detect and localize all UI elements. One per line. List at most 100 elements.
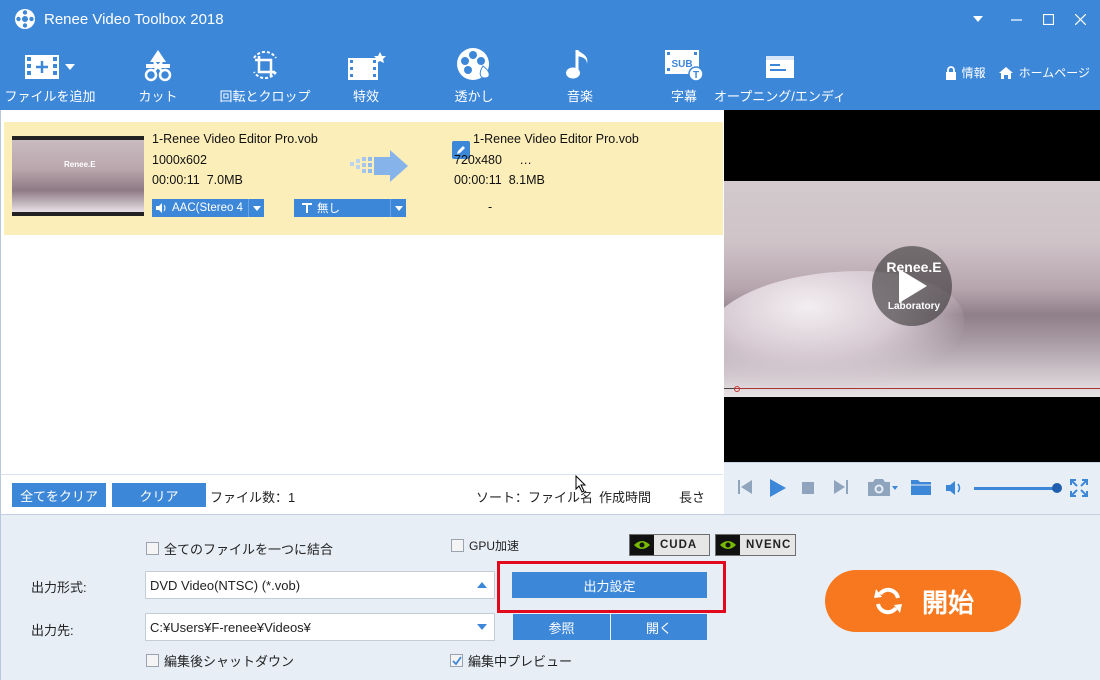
preview-play-button[interactable]: [872, 246, 952, 326]
stop-button[interactable]: [802, 482, 814, 494]
volume-button[interactable]: [946, 480, 964, 496]
convert-arrow-icon: [350, 150, 408, 182]
file-list-footer: 全てをクリア クリア ファイル数：1 ソート：ファイル名 作成時間 長さ: [0, 474, 723, 514]
source-resolution: 1000x602: [152, 153, 207, 167]
watermark-icon: [457, 48, 490, 80]
close-button[interactable]: [1064, 0, 1096, 38]
app-title: Renee Video Toolbox 2018: [44, 10, 224, 28]
camera-icon: [868, 479, 898, 496]
svg-text:SUB: SUB: [671, 59, 692, 70]
dest-label: 出力先:: [31, 623, 74, 638]
app-logo-icon: [15, 9, 35, 29]
fullscreen-button[interactable]: [1070, 479, 1088, 497]
thumbnail-watermark: Renee.E: [64, 160, 96, 169]
chevron-down-icon: [973, 15, 983, 22]
merge-all-box[interactable]: [146, 542, 159, 555]
gpu-accel-checkbox[interactable]: GPU加速: [451, 537, 519, 554]
subtitle-dropdown[interactable]: 無し: [294, 199, 406, 217]
output-res-line: 720x480 …: [454, 153, 532, 167]
dest-select[interactable]: C:¥Users¥F-renee¥Videos¥: [145, 613, 495, 641]
nvenc-badge: NVENC: [715, 534, 796, 556]
clear-button[interactable]: クリア: [112, 483, 206, 507]
progress-handle[interactable]: [734, 386, 740, 392]
play-button[interactable]: [770, 479, 786, 497]
file-count: ファイル数：1: [210, 487, 295, 506]
chevron-down-icon: [394, 205, 403, 211]
output-more[interactable]: …: [519, 153, 532, 167]
volume-slider-track[interactable]: [974, 487, 1056, 490]
audio-track-dropdown[interactable]: AAC(Stereo 4: [152, 199, 264, 217]
title-bar: Renee Video Toolbox 2018: [0, 0, 1100, 38]
subtitle-value: 無し: [317, 203, 340, 215]
sort-by-length[interactable]: 長さ: [679, 487, 705, 506]
dest-value: C:¥Users¥F-renee¥Videos¥: [150, 619, 311, 635]
add-file-button[interactable]: ファイルを追加: [5, 38, 96, 110]
music-button[interactable]: 音楽: [552, 38, 608, 110]
format-select[interactable]: DVD Video(NTSC) (*.vob): [145, 571, 495, 599]
file-row[interactable]: Renee.E 1-Renee Video Editor Pro.vob 100…: [4, 122, 723, 235]
minimize-icon: [1010, 18, 1022, 21]
folder-icon: [911, 480, 931, 495]
output-size: 8.1MB: [508, 173, 545, 187]
play-icon: [770, 479, 786, 497]
file-list-panel: Renee.E 1-Renee Video Editor Pro.vob 100…: [0, 110, 723, 474]
video-preview[interactable]: Renee.E Laboratory: [724, 110, 1100, 462]
preview-during-checkbox[interactable]: 編集中プレビュー: [450, 651, 572, 670]
progress-track-remaining: [736, 388, 1100, 389]
thumbnail-image: [12, 140, 144, 212]
maximize-button[interactable]: [1032, 0, 1064, 38]
gpu-accel-box[interactable]: [451, 539, 464, 552]
browse-button[interactable]: 参照: [513, 614, 610, 640]
subtitle-button[interactable]: SUB T 字幕: [656, 38, 712, 110]
snapshot-button[interactable]: [867, 477, 899, 497]
shutdown-label: 編集後シャットダウン: [164, 654, 295, 669]
source-meta: 00:00:11 7.0MB: [152, 173, 243, 187]
volume-slider-knob[interactable]: [1052, 483, 1062, 493]
open-folder-text-button[interactable]: 開く: [611, 614, 707, 640]
toolbar-label-effects: 特效: [352, 89, 379, 104]
merge-all-checkbox[interactable]: 全てのファイルを一つに結合: [146, 539, 333, 558]
toolbar-label-add-file: ファイルを追加: [4, 89, 96, 104]
output-resolution: 720x480: [454, 153, 502, 167]
start-button[interactable]: 開始: [825, 570, 1021, 632]
lock-icon: [945, 65, 956, 80]
effects-button[interactable]: 特效: [338, 38, 394, 110]
toolbar-label-subtitle: 字幕: [670, 89, 697, 104]
toolbar-label-watermark: 透かし: [454, 89, 494, 104]
cut-icon: [144, 50, 172, 82]
checkmark-icon: [451, 655, 462, 665]
music-icon: [566, 50, 588, 79]
file-count-value: 1: [288, 490, 296, 505]
info-label: 情報: [961, 66, 986, 80]
video-thumbnail[interactable]: Renee.E: [12, 136, 144, 216]
toolbar-label-music: 音楽: [566, 89, 593, 104]
rotate-crop-button[interactable]: 回転とクロップ: [220, 38, 311, 110]
sort-by-created[interactable]: 作成時間: [599, 487, 651, 506]
info-link[interactable]: 情報: [945, 64, 986, 81]
source-duration: 00:00:11: [152, 173, 200, 187]
maximize-icon: [1042, 13, 1054, 25]
menu-dropdown-button[interactable]: [962, 0, 994, 38]
output-file-name: 1-Renee Video Editor Pro.vob: [473, 132, 639, 146]
next-frame-button[interactable]: [834, 479, 848, 495]
preview-frame: Renee.E Laboratory: [724, 181, 1100, 397]
nvidia-logo-icon: [634, 541, 650, 549]
chevron-up-icon: [477, 582, 487, 588]
prev-frame-button[interactable]: [738, 479, 752, 495]
nvidia-logo-icon: [720, 541, 736, 549]
shutdown-box[interactable]: [146, 654, 159, 667]
nvenc-label: NVENC: [746, 539, 792, 551]
homepage-link[interactable]: ホームページ: [998, 64, 1090, 81]
open-folder-button[interactable]: [910, 478, 932, 496]
preview-during-box[interactable]: [450, 654, 463, 667]
clear-all-button[interactable]: 全てをクリア: [12, 483, 106, 507]
skip-back-icon: [738, 480, 752, 494]
cut-button[interactable]: カット: [128, 38, 188, 110]
opening-ending-button[interactable]: オープニング/エンディ: [714, 38, 846, 110]
shutdown-checkbox[interactable]: 編集後シャットダウン: [146, 651, 294, 670]
output-duration: 00:00:11: [454, 173, 502, 187]
watermark-button[interactable]: 透かし: [446, 38, 502, 110]
stop-icon: [802, 482, 814, 494]
minimize-button[interactable]: [1000, 0, 1032, 38]
source-size: 7.0MB: [206, 173, 243, 187]
